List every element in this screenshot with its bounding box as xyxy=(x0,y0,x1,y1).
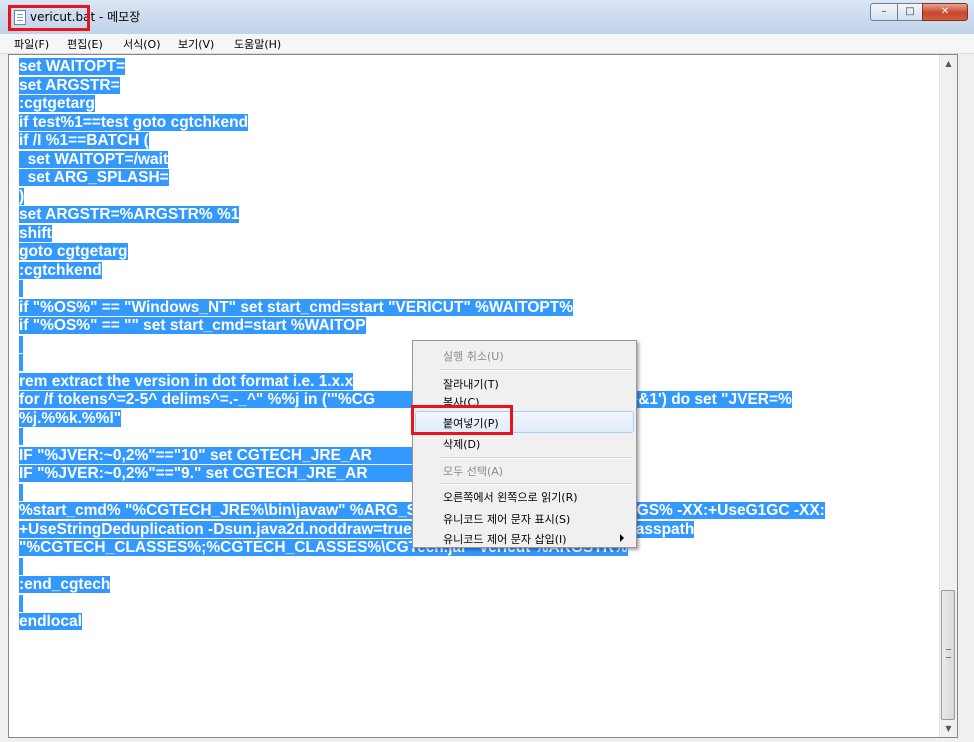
selected-text xyxy=(19,594,24,612)
scroll-thumb[interactable] xyxy=(941,590,955,720)
selected-text: goto cgtgetarg xyxy=(19,243,128,260)
selected-text xyxy=(19,354,24,371)
minimize-button[interactable]: – xyxy=(870,3,898,21)
selected-text xyxy=(19,280,24,297)
menu-view[interactable]: 보기(V) xyxy=(178,36,214,52)
text-line[interactable]: if "%OS%" == "Windows_NT" set start_cmd=… xyxy=(19,298,825,318)
context-cut[interactable]: 잘라내기(T) xyxy=(443,376,499,392)
context-delete[interactable]: 삭제(D) xyxy=(443,436,480,452)
text-line[interactable]: if "%OS%" == "" set start_cmd=start %WAI… xyxy=(19,317,825,336)
menu-bar: 파일(F) 편집(E) 서식(O) 보기(V) 도움말(H) xyxy=(0,34,974,54)
selected-text xyxy=(19,557,24,575)
selected-text: set WAITOPT=/wait xyxy=(19,150,169,168)
text-line[interactable] xyxy=(19,557,825,577)
selected-text: set WAITOPT= xyxy=(19,58,126,75)
text-line[interactable]: set ARGSTR= xyxy=(19,76,825,96)
notepad-window: vericut.bat - 메모장 – □ ✕ 파일(F) 편집(E) 서식(O… xyxy=(0,0,974,742)
menu-format[interactable]: 서식(O) xyxy=(123,36,160,52)
selected-text: set ARG_SPLASH= xyxy=(19,169,169,186)
title-highlight-box xyxy=(8,5,90,31)
text-line[interactable]: ) xyxy=(19,187,825,207)
text-line[interactable]: :cgtchkend xyxy=(19,261,825,281)
selected-text: :cgtchkend xyxy=(19,261,102,279)
selected-text xyxy=(19,335,24,353)
selected-text: ) xyxy=(19,187,25,205)
maximize-button[interactable]: □ xyxy=(897,3,923,21)
selected-text: rem extract the version in dot format i.… xyxy=(19,372,354,390)
selected-text xyxy=(19,483,24,501)
text-line[interactable]: :end_cgtech xyxy=(19,576,825,595)
text-line[interactable]: shift xyxy=(19,224,825,244)
selected-text: endlocal xyxy=(19,613,82,630)
text-line[interactable]: if /I %1==BATCH ( xyxy=(19,132,825,151)
menu-help[interactable]: 도움말(H) xyxy=(234,36,281,52)
vertical-scrollbar[interactable]: ▲ ▼ xyxy=(939,55,957,737)
menu-edit[interactable]: 편집(E) xyxy=(67,36,103,52)
scroll-down-arrow-icon[interactable]: ▼ xyxy=(940,720,957,737)
selected-text: if "%OS%" == "Windows_NT" set start_cmd=… xyxy=(19,298,573,316)
paste-highlight-box xyxy=(411,405,513,435)
context-separator xyxy=(439,457,633,459)
context-menu: 실행 취소(U) 잘라내기(T) 복사(C) 붙여넣기(P) 삭제(D) 모두 … xyxy=(412,340,637,548)
context-undo[interactable]: 실행 취소(U) xyxy=(443,348,504,364)
selected-text: if "%OS%" == "" set start_cmd=start %WAI… xyxy=(19,317,366,334)
selected-text xyxy=(19,428,24,445)
selected-text: for /f tokens^=2-5^ delims^=.-_^" %%j in… xyxy=(19,391,792,408)
selected-text: set ARGSTR=%ARGSTR% %1 xyxy=(19,206,240,223)
selected-text: shift xyxy=(19,224,52,242)
text-line[interactable] xyxy=(19,280,825,299)
text-line[interactable]: set WAITOPT=/wait xyxy=(19,150,825,170)
selected-text: :cgtgetarg xyxy=(19,95,95,112)
context-insert-unicode[interactable]: 유니코드 제어 문자 삽입(I) xyxy=(443,531,567,547)
text-line[interactable]: endlocal xyxy=(19,613,825,632)
scroll-up-arrow-icon[interactable]: ▲ xyxy=(940,55,957,72)
context-select-all[interactable]: 모두 선택(A) xyxy=(443,463,503,479)
menu-file[interactable]: 파일(F) xyxy=(14,36,49,52)
scroll-grip-icon xyxy=(946,649,951,658)
selected-text: %j.%%k.%%l" xyxy=(19,409,122,427)
context-show-unicode[interactable]: 유니코드 제어 문자 표시(S) xyxy=(443,511,570,527)
text-line[interactable]: set WAITOPT= xyxy=(19,58,825,77)
text-line[interactable]: if test%1==test goto cgtchkend xyxy=(19,113,825,133)
text-line[interactable]: set ARG_SPLASH= xyxy=(19,169,825,188)
context-rtl-reading[interactable]: 오른쪽에서 왼쪽으로 읽기(R) xyxy=(443,489,578,505)
context-separator xyxy=(439,369,633,371)
selected-text: if /I %1==BATCH ( xyxy=(19,132,149,149)
selected-text: if test%1==test goto cgtchkend xyxy=(19,113,249,131)
selected-text: :end_cgtech xyxy=(19,576,111,593)
text-line[interactable]: goto cgtgetarg xyxy=(19,243,825,262)
title-bar[interactable]: vericut.bat - 메모장 – □ ✕ xyxy=(0,0,974,35)
close-button[interactable]: ✕ xyxy=(922,3,968,21)
submenu-arrow-icon xyxy=(620,534,624,542)
context-separator xyxy=(439,483,633,485)
text-line[interactable] xyxy=(19,594,825,614)
text-line[interactable]: :cgtgetarg xyxy=(19,95,825,114)
selected-text: set ARGSTR= xyxy=(19,76,120,94)
text-line[interactable]: set ARGSTR=%ARGSTR% %1 xyxy=(19,206,825,225)
